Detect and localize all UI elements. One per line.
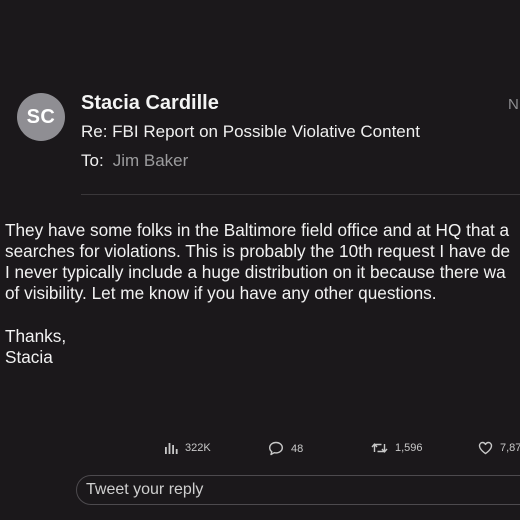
retweet-icon: [371, 441, 388, 455]
body-line: searches for violations. This is probabl…: [5, 241, 511, 261]
comment-icon: [268, 441, 284, 456]
to-label: To:: [81, 151, 104, 170]
views-button[interactable]: 322K: [164, 441, 211, 455]
tweet-action-bar: 322K 48 1,596 7,87: [0, 441, 520, 463]
reply-button[interactable]: 48: [268, 441, 303, 456]
email-body: They have some folks in the Baltimore fi…: [5, 220, 520, 304]
retweet-button[interactable]: 1,596: [371, 441, 423, 455]
email-subject: Re: FBI Report on Possible Violative Con…: [81, 122, 420, 141]
body-line: They have some folks in the Baltimore fi…: [5, 220, 510, 240]
recipient-line: To: Jim Baker: [81, 151, 188, 171]
retweets-count: 1,596: [395, 442, 423, 454]
signoff-line: Thanks,: [5, 326, 67, 346]
body-line: of visibility. Let me know if you have a…: [5, 283, 437, 303]
avatar: SC: [17, 93, 65, 141]
views-chart-icon: [164, 441, 178, 455]
reply-input[interactable]: Tweet your reply: [76, 475, 520, 505]
like-button[interactable]: 7,87: [478, 441, 520, 455]
email-date: N: [508, 96, 519, 113]
signoff-line: Stacia: [5, 347, 53, 367]
email-signoff: Thanks, Stacia: [5, 326, 66, 368]
heart-icon: [478, 441, 493, 455]
reply-placeholder: Tweet your reply: [86, 481, 204, 498]
recipient-name: Jim Baker: [112, 151, 189, 170]
replies-count: 48: [291, 442, 304, 455]
header-divider: [81, 194, 520, 195]
views-count: 322K: [185, 442, 211, 454]
body-line: I never typically include a huge distrib…: [5, 262, 506, 282]
avatar-initials: SC: [26, 105, 56, 128]
sender-name: Stacia Cardille: [81, 92, 219, 114]
likes-count: 7,87: [500, 442, 520, 454]
